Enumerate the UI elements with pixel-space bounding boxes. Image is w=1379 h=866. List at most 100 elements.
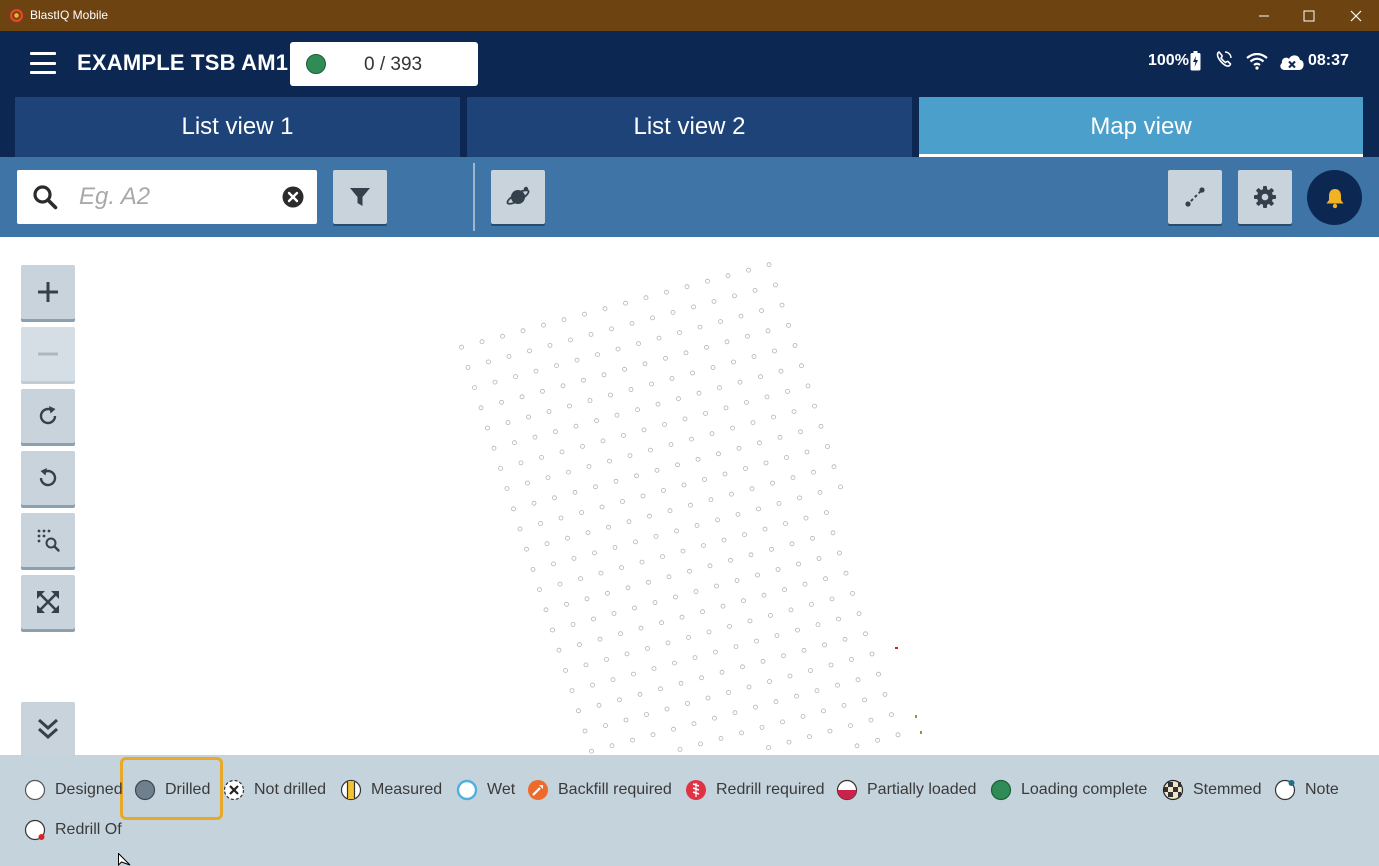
drill-hole[interactable] — [540, 388, 545, 394]
drill-hole[interactable] — [778, 368, 784, 374]
drill-hole[interactable] — [705, 278, 710, 284]
drill-hole[interactable] — [678, 680, 684, 686]
drill-hole[interactable] — [729, 491, 734, 497]
drill-hole[interactable] — [570, 622, 576, 627]
drill-hole[interactable] — [767, 679, 772, 684]
legend-item-not-drilled[interactable]: Not drilled — [223, 777, 326, 803]
drill-hole[interactable] — [773, 699, 779, 705]
tab-map-view[interactable]: Map view — [919, 97, 1363, 157]
drill-hole[interactable] — [690, 370, 695, 376]
drill-hole[interactable] — [682, 416, 688, 422]
drill-hole[interactable] — [825, 444, 830, 449]
drill-hole[interactable] — [565, 535, 570, 541]
drill-hole[interactable] — [800, 713, 806, 719]
drill-hole[interactable] — [663, 355, 668, 361]
drill-hole[interactable] — [574, 357, 580, 363]
drill-hole[interactable] — [785, 388, 790, 394]
drill-hole[interactable] — [649, 381, 654, 387]
drill-hole[interactable] — [786, 739, 792, 745]
drill-hole[interactable] — [492, 379, 498, 385]
legend-item-backfill-required[interactable]: Backfill required — [527, 777, 672, 803]
drill-hole[interactable] — [783, 521, 788, 527]
drill-hole[interactable] — [568, 337, 573, 343]
drill-hole[interactable] — [551, 561, 556, 567]
drill-hole[interactable] — [842, 636, 848, 642]
drill-hole[interactable] — [801, 647, 807, 653]
drill-hole[interactable] — [701, 543, 706, 549]
drill-hole[interactable] — [556, 647, 562, 653]
drill-hole[interactable] — [781, 653, 786, 659]
drill-hole[interactable] — [738, 313, 744, 319]
drill-hole[interactable] — [587, 398, 593, 403]
zoom-out-button[interactable] — [21, 327, 75, 381]
drill-hole[interactable] — [539, 454, 544, 460]
drill-hole[interactable] — [689, 436, 694, 442]
drill-hole[interactable] — [610, 677, 616, 683]
drill-hole[interactable] — [479, 339, 485, 345]
drill-hole[interactable] — [835, 682, 840, 688]
drill-hole[interactable] — [609, 326, 614, 332]
drill-hole[interactable] — [561, 317, 567, 323]
tab-list-view-1[interactable]: List view 1 — [15, 97, 460, 157]
drill-hole[interactable] — [593, 484, 598, 490]
drill-hole[interactable] — [822, 642, 827, 648]
drill-hole[interactable] — [526, 414, 531, 420]
drill-hole[interactable] — [829, 596, 835, 602]
drill-hole[interactable] — [882, 691, 888, 697]
drill-hole[interactable] — [589, 748, 594, 754]
drill-hole[interactable] — [631, 671, 636, 677]
drill-hole[interactable] — [748, 552, 754, 558]
drill-hole[interactable] — [670, 310, 676, 315]
drill-hole[interactable] — [805, 383, 811, 389]
drill-hole[interactable] — [732, 293, 737, 299]
drill-hole[interactable] — [753, 704, 758, 710]
drill-hole[interactable] — [651, 666, 657, 672]
drill-hole[interactable] — [621, 432, 626, 438]
drill-hole[interactable] — [660, 554, 665, 560]
drill-hole[interactable] — [716, 451, 721, 457]
drill-hole[interactable] — [519, 394, 525, 400]
drill-hole[interactable] — [674, 528, 679, 534]
drill-hole[interactable] — [843, 570, 849, 576]
drill-hole[interactable] — [652, 600, 658, 605]
drill-hole[interactable] — [735, 511, 741, 517]
drill-hole[interactable] — [666, 574, 672, 580]
hole-progress-counter[interactable]: 0 / 393 — [290, 42, 478, 86]
drill-hole[interactable] — [869, 651, 875, 657]
drill-hole[interactable] — [850, 590, 855, 596]
drill-hole[interactable] — [559, 449, 565, 455]
drill-hole[interactable] — [831, 464, 837, 470]
drill-hole[interactable] — [757, 440, 762, 446]
drill-hole[interactable] — [768, 612, 773, 618]
drill-hole[interactable] — [648, 447, 653, 453]
drill-hole[interactable] — [771, 414, 776, 420]
drill-hole[interactable] — [849, 657, 854, 662]
drill-hole[interactable] — [807, 734, 812, 740]
drill-hole[interactable] — [745, 333, 750, 339]
layers-button[interactable] — [491, 170, 545, 224]
drill-hole[interactable] — [600, 438, 606, 444]
drill-hole[interactable] — [595, 352, 600, 357]
drill-hole[interactable] — [856, 611, 862, 617]
drill-hole[interactable] — [527, 348, 532, 354]
drill-hole[interactable] — [799, 363, 804, 369]
drill-hole[interactable] — [854, 743, 860, 749]
drill-hole[interactable] — [707, 563, 713, 569]
drill-hole[interactable] — [737, 379, 743, 385]
drill-hole[interactable] — [580, 443, 585, 449]
maximize-button[interactable] — [1286, 0, 1332, 31]
drill-hole[interactable] — [723, 405, 729, 411]
drill-hole[interactable] — [603, 723, 608, 728]
drill-hole[interactable] — [802, 581, 808, 587]
drill-hole[interactable] — [537, 587, 542, 593]
drill-hole[interactable] — [789, 541, 795, 547]
drill-hole[interactable] — [704, 344, 709, 350]
drill-hole[interactable] — [645, 645, 650, 651]
drill-hole[interactable] — [815, 622, 821, 628]
drill-hole[interactable] — [837, 550, 842, 556]
drill-hole[interactable] — [756, 506, 761, 512]
drill-hole[interactable] — [579, 510, 584, 515]
drill-hole[interactable] — [675, 462, 680, 468]
drill-hole[interactable] — [624, 651, 630, 657]
drill-hole[interactable] — [779, 302, 785, 308]
